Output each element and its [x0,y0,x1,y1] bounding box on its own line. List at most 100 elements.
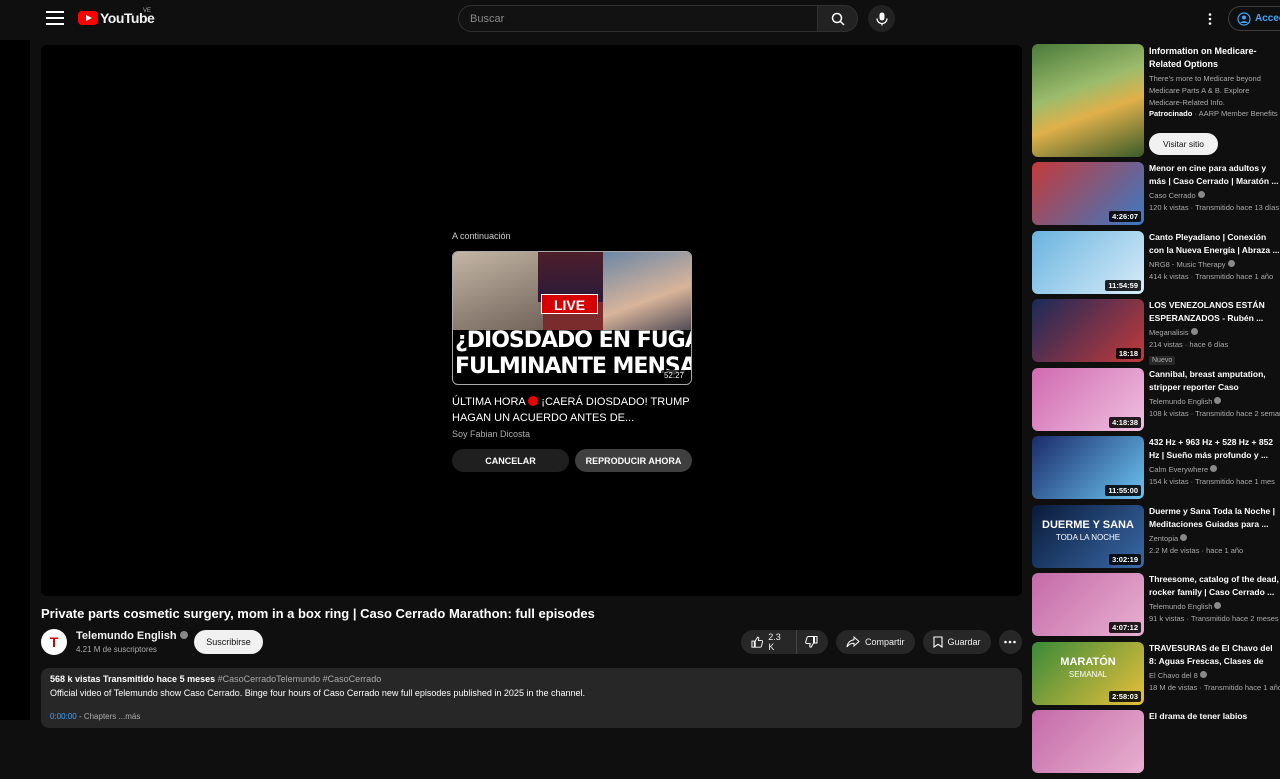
recommendation-title[interactable]: Canto Pleyadiano | Conexión con la Nueva… [1149,231,1280,257]
verified-icon [1180,533,1188,541]
thumbnail-image [453,252,543,337]
upnext-title[interactable]: ÚLTIMA HORA ¡CAERÁ DIOSDADO! TRUMP HAGAN… [452,394,693,426]
recommendation-item[interactable]: MARATÓN SEMANAL 2:58:03 TRAVESURAS de El Ch… [1032,641,1280,711]
save-button[interactable]: Guardar [922,630,991,654]
cancel-button[interactable]: CANCELAR [452,449,569,472]
recommendation-thumbnail[interactable] [1032,710,1144,773]
thumbnail-person [603,252,691,337]
verified-icon [1199,670,1207,678]
duration-badge: 2:58:03 [1109,690,1141,702]
autoplay-overlay: A continuación LIVE ¿DIOSDADO EN FUGA? F… [452,231,693,472]
recommendation-channel[interactable]: Telemundo English [1149,602,1280,611]
recommendation-thumbnail[interactable]: 11:55:00 [1032,436,1144,499]
verified-icon [1214,396,1222,404]
duration-badge: 4:26:07 [1109,211,1141,222]
duration-badge: 3:02:19 [1109,553,1141,565]
duration-badge: 18:18 [1115,348,1141,359]
thumbnail-headline-2: FULMINANTE MENSAJE [455,354,692,379]
thumbs-up-icon [751,636,764,648]
recommendation-title[interactable]: Menor en cine para adultos y más | Caso … [1149,162,1280,188]
channel-avatar[interactable]: T [41,629,67,655]
hashtags[interactable]: #CasoCerradoTelemundo #CasoCerrado [218,674,382,684]
duration-badge: 11:54:59 [1105,279,1141,291]
recommendation-title[interactable]: Cannibal, breast amputation, stripper re… [1149,368,1280,394]
recommendation-thumbnail[interactable]: MARATÓN SEMANAL 2:58:03 [1032,641,1144,705]
recommendation-item[interactable]: 4:26:07 Menor en cine para adultos y más … [1032,162,1280,231]
recommendation-channel-name: Meganalisis [1149,328,1189,337]
recommendation-title[interactable]: Threesome, catalog of the dead, rocker f… [1149,573,1280,599]
recommendation-meta: 18 M de vistas · Transmitido hace 1 año [1149,682,1280,692]
recommendation-channel[interactable]: El Chavo del 8 [1149,670,1280,680]
recommendation-info: TRAVESURAS de El Chavo del 8: Aguas Fres… [1149,642,1280,692]
duration-badge: 11:55:00 [1105,485,1141,496]
thumbs-down-icon [805,636,818,648]
recommendation-meta: 91 k vistas · Transmitido hace 2 meses [1149,614,1279,623]
recommendation-thumbnail[interactable]: 4:18:38 [1032,367,1144,431]
recommendation-item[interactable]: 4:18:38 Cannibal, breast amputation, stri… [1032,367,1280,437]
recommendation-thumbnail[interactable]: 11:54:59 [1032,230,1144,294]
share-label: Compartir [865,637,905,647]
verified-icon [1190,328,1198,335]
thumbnail-text: DUERME Y SANA [1042,518,1134,531]
more-actions-button[interactable] [998,630,1022,654]
recommendation-thumbnail[interactable]: 18:18 [1032,299,1144,362]
settings-more-button[interactable] [1200,9,1220,29]
recommendation-item[interactable]: 11:54:59 Canto Pleyadiano | Conexión con … [1032,230,1280,300]
recommendation-title[interactable]: El drama de tener labios [1149,710,1280,736]
recommendation-channel[interactable]: NRG8 - Music Therapy [1149,259,1280,269]
dislike-button[interactable] [797,630,828,654]
recommendation-channel-name: El Chavo del 8 [1149,670,1198,680]
recommendation-info: Duerme y Sana Toda la Noche | Meditacion… [1149,505,1280,555]
recommendation-title[interactable]: TRAVESURAS de El Chavo del 8: Aguas Fres… [1149,642,1280,668]
recommendation-channel-name: Caso Cerrado [1149,191,1196,200]
recommendation-thumbnail[interactable]: DUERME Y SANA TODA LA NOCHE 3:02:19 [1032,504,1144,568]
visit-site-button[interactable]: Visitar sitio [1149,133,1218,155]
description-box[interactable]: 568 k vistas Transmitido hace 5 meses #C… [41,668,1022,728]
ad-title[interactable]: Information on Medicare-Related Options [1149,45,1280,71]
video-title: Private parts cosmetic surgery, mom in a… [41,606,595,621]
recommendation-channel[interactable]: Meganalisis [1149,328,1280,337]
recommendation-item[interactable]: 4:07:12 Threesome, catalog of the dead, r… [1032,573,1280,642]
recommendation-item[interactable]: DUERME Y SANA TODA LA NOCHE 3:02:19 Duerme … [1032,504,1280,574]
play-now-button[interactable]: REPRODUCIR AHORA [575,449,692,472]
menu-icon[interactable] [46,11,64,25]
signin-label: Acceder [1255,13,1280,24]
signin-button[interactable]: Acceder [1228,6,1280,31]
view-info: 568 k vistas Transmitido hace 5 meses [50,674,216,684]
voice-search-button[interactable] [868,5,895,32]
recommendation-title[interactable]: 432 Hz + 963 Hz + 528 Hz + 852 Hz | Sueñ… [1149,436,1280,462]
duration-badge: 52:27 [660,370,687,381]
subscribe-button[interactable]: Suscribirse [194,630,263,654]
thumbnail-subtext: TODA LA NOCHE [1055,532,1121,542]
recommendation-item[interactable]: 11:55:00 432 Hz + 963 Hz + 528 Hz + 852 H… [1032,436,1280,505]
recommendation-channel[interactable]: Calm Everywhere [1149,465,1280,474]
recommendation-thumbnail[interactable]: 4:07:12 [1032,573,1144,636]
like-button[interactable]: 2.3 K [741,630,797,654]
channel-name[interactable]: Telemundo English [76,630,188,642]
share-button[interactable]: Compartir [836,630,915,654]
recommendation-item[interactable]: El drama de tener labios [1032,710,1280,779]
recommendation-channel[interactable]: Zentopia [1149,533,1280,543]
recommendation-info: Threesome, catalog of the dead, rocker f… [1149,573,1280,623]
search-box [458,5,818,32]
upnext-channel: Soy Fabian Dicosta [452,429,531,439]
recommendation-channel-name: Telemundo English [1149,602,1213,611]
search-icon [831,12,845,26]
video-player[interactable]: A continuación LIVE ¿DIOSDADO EN FUGA? F… [41,45,1022,596]
ad-card[interactable]: Information on Medicare-Related Options … [1032,44,1280,157]
youtube-logo[interactable]: YouTube VE [78,8,155,26]
search-input[interactable] [459,6,817,31]
recommendation-title[interactable]: LOS VENEZOLANOS ESTÁN ESPERANZADOS - Rub… [1149,299,1280,325]
advertiser-name: AARP Member Benefits [1198,109,1278,118]
recommendation-thumbnail[interactable]: 4:26:07 [1032,162,1144,225]
ad-thumbnail[interactable] [1032,44,1144,157]
recommendation-info: El drama de tener labios [1149,710,1280,736]
upnext-thumbnail[interactable]: LIVE ¿DIOSDADO EN FUGA? FULMINANTE MENSA… [452,251,692,385]
recommendation-item[interactable]: 18:18 LOS VENEZOLANOS ESTÁN ESPERANZADOS … [1032,299,1280,368]
thumbnail-subtext: SEMANAL [1068,669,1108,679]
recommendation-channel[interactable]: Telemundo English [1149,396,1280,406]
verified-icon [1227,259,1235,267]
recommendation-title[interactable]: Duerme y Sana Toda la Noche | Meditacion… [1149,505,1280,531]
recommendation-channel[interactable]: Caso Cerrado [1149,191,1280,200]
search-button[interactable] [817,5,858,32]
